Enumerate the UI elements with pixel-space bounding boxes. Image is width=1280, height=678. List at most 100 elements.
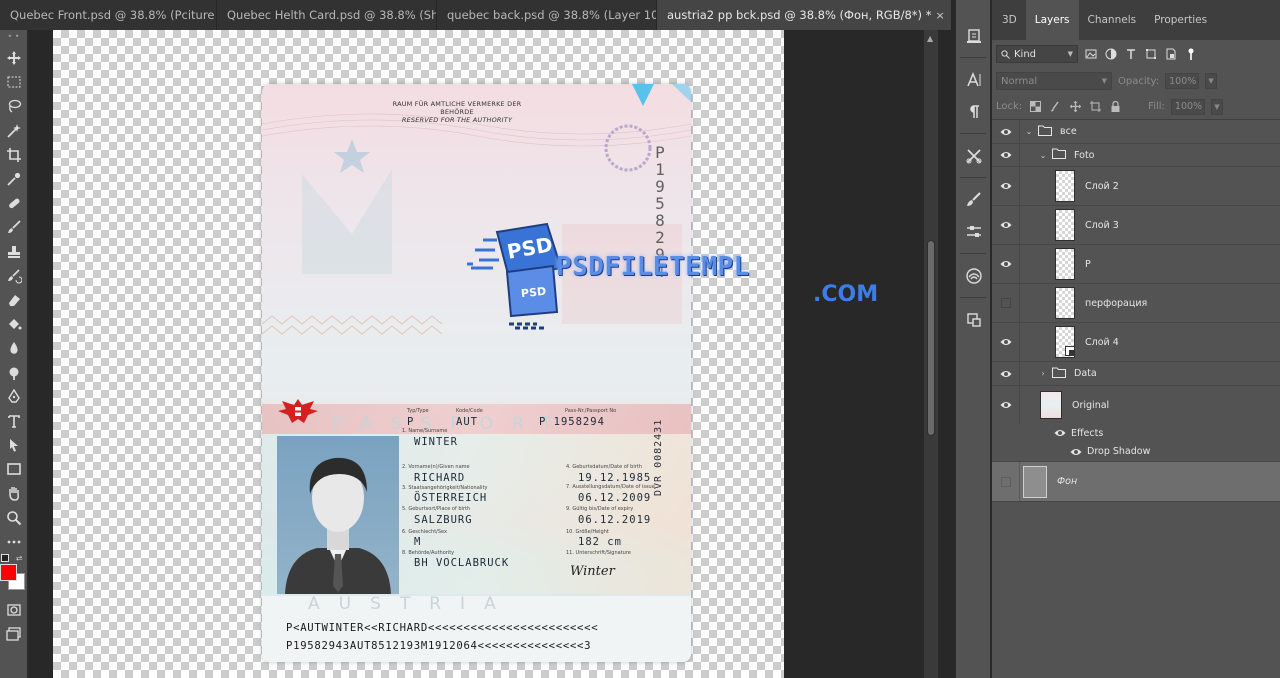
chevron-down-icon[interactable]: ▼ — [1210, 98, 1223, 115]
layer-row-foto[interactable]: ⌄ Foto — [992, 144, 1280, 167]
scroll-up-icon[interactable]: ▲ — [927, 34, 935, 43]
lock-position-icon[interactable] — [1068, 100, 1082, 114]
tab-quebec-back[interactable]: quebec back.psd @ 38.8% (Layer 10,... × — [437, 0, 657, 30]
more-tools-icon[interactable] — [0, 530, 28, 554]
folder-icon — [1052, 367, 1066, 381]
rectangle-tool-icon[interactable] — [0, 457, 28, 481]
tab-quebec-health-card[interactable]: Quebec Helth Card.psd @ 38.8% (Sh... × — [217, 0, 437, 30]
visibility-eye-icon[interactable] — [992, 120, 1020, 143]
vertical-scrollbar[interactable]: ▲ — [924, 30, 938, 678]
default-colors-icon[interactable] — [1, 553, 9, 562]
eraser-icon[interactable] — [0, 288, 28, 312]
layer-row-data[interactable]: › Data — [992, 362, 1280, 386]
tab-3d[interactable]: 3D — [993, 0, 1026, 40]
history-brush-icon[interactable] — [0, 264, 28, 288]
layer-effects-row[interactable]: Effects — [992, 424, 1280, 442]
close-icon[interactable]: × — [935, 9, 944, 22]
tab-quebec-front[interactable]: Quebec Front.psd @ 38.8% (Pciture ... × — [0, 0, 217, 30]
brush-tool-icon[interactable] — [0, 215, 28, 239]
code-label: Kode/Code — [456, 408, 483, 414]
layer-row-sloy-4[interactable]: Слой 4 — [992, 323, 1280, 362]
smart-object-filter-icon[interactable] — [1164, 47, 1178, 61]
tab-channels[interactable]: Channels — [1079, 0, 1146, 40]
color-swatches[interactable]: ⮂ — [0, 553, 27, 598]
tools-panel-icon[interactable] — [956, 140, 992, 172]
visibility-eye-icon[interactable] — [992, 323, 1020, 361]
layer-row-fon[interactable]: Фон — [992, 462, 1280, 502]
healing-brush-icon[interactable] — [0, 191, 28, 215]
blend-mode-select[interactable]: Normal ▼ — [996, 72, 1112, 90]
lock-artboard-icon[interactable] — [1088, 100, 1102, 114]
layer-row-vse[interactable]: ⌄ все — [992, 120, 1280, 144]
lock-image-pixels-icon[interactable] — [1048, 100, 1062, 114]
layer-row-sloy-2[interactable]: Слой 2 — [992, 167, 1280, 206]
quick-mask-icon[interactable] — [0, 598, 28, 622]
chevron-down-icon[interactable]: ▼ — [1205, 73, 1218, 89]
tools-panel: • • ⮂ — [0, 30, 28, 678]
paragraph-panel-icon[interactable] — [956, 96, 992, 128]
tab-properties[interactable]: Properties — [1145, 0, 1216, 40]
swap-colors-icon[interactable]: ⮂ — [16, 554, 22, 564]
smart-object-badge-icon — [1065, 346, 1075, 356]
visibility-eye-icon[interactable] — [1054, 428, 1066, 438]
brush-settings-icon[interactable] — [956, 184, 992, 216]
visibility-hidden-toggle[interactable] — [992, 284, 1020, 322]
clone-stamp-icon[interactable] — [0, 240, 28, 264]
scrollbar-thumb[interactable] — [927, 240, 935, 436]
shape-filter-icon[interactable] — [1144, 47, 1158, 61]
zoom-tool-icon[interactable] — [0, 506, 28, 530]
visibility-eye-icon[interactable] — [992, 362, 1020, 385]
adjustments-icon[interactable] — [956, 216, 992, 248]
path-selection-icon[interactable] — [0, 433, 28, 457]
plugins-icon[interactable] — [956, 304, 992, 336]
authority-en: RESERVED FOR THE AUTHORITY — [401, 116, 513, 124]
pixel-filter-icon[interactable] — [1084, 47, 1098, 61]
layer-row-perforatsiya[interactable]: перфорация — [992, 284, 1280, 323]
visibility-eye-icon[interactable] — [992, 206, 1020, 244]
opacity-input[interactable]: 100% — [1165, 73, 1200, 89]
move-tool-icon[interactable] — [0, 46, 28, 70]
hand-tool-icon[interactable] — [0, 481, 28, 505]
chevron-down-icon[interactable]: ⌄ — [1024, 127, 1034, 136]
learn-panel-icon[interactable] — [956, 20, 992, 52]
visibility-eye-icon[interactable] — [992, 245, 1020, 283]
canvas-area[interactable]: RAUM FÜR AMTLICHE VERMERKE DER BEHÖRDE R… — [29, 30, 938, 678]
eyedropper-icon[interactable] — [0, 167, 28, 191]
blur-tool-icon[interactable] — [0, 336, 28, 360]
lock-transparent-pixels-icon[interactable] — [1028, 100, 1042, 114]
dodge-tool-icon[interactable] — [0, 360, 28, 384]
chevron-right-icon[interactable]: › — [1038, 369, 1048, 378]
type-filter-icon[interactable] — [1124, 47, 1138, 61]
crop-tool-icon[interactable] — [0, 143, 28, 167]
visibility-hidden-toggle[interactable] — [992, 462, 1020, 501]
adjustment-filter-icon[interactable] — [1104, 47, 1118, 61]
drop-shadow-effect-row[interactable]: Drop Shadow — [992, 442, 1280, 462]
visibility-eye-icon[interactable] — [992, 144, 1020, 166]
type-tool-icon[interactable] — [0, 409, 28, 433]
layer-row-sloy-3[interactable]: Слой 3 — [992, 206, 1280, 245]
visibility-eye-icon[interactable] — [992, 167, 1020, 205]
passport-page[interactable]: RAUM FÜR AMTLICHE VERMERKE DER BEHÖRDE R… — [262, 84, 691, 662]
visibility-eye-icon[interactable] — [1070, 447, 1082, 457]
pen-tool-icon[interactable] — [0, 385, 28, 409]
marquee-tool-icon[interactable] — [0, 70, 28, 94]
character-panel-icon[interactable] — [956, 64, 992, 96]
panel-grip-icon[interactable]: • • — [0, 30, 27, 46]
document-canvas[interactable]: RAUM FÜR AMTLICHE VERMERKE DER BEHÖRDE R… — [53, 30, 878, 678]
tab-austria2-pp-bck[interactable]: austria2 pp bck.psd @ 38.8% (Фон, RGB/8*… — [657, 0, 952, 30]
fill-input[interactable]: 100% — [1170, 98, 1205, 115]
screen-mode-icon[interactable] — [0, 622, 28, 646]
magic-wand-icon[interactable] — [0, 119, 28, 143]
layer-row-p[interactable]: P — [992, 245, 1280, 284]
filter-toggle-icon[interactable] — [1184, 47, 1198, 61]
lasso-tool-icon[interactable] — [0, 94, 28, 118]
kind-filter-select[interactable]: Kind ▼ — [996, 45, 1078, 63]
visibility-eye-icon[interactable] — [992, 386, 1020, 424]
chevron-down-icon[interactable]: ⌄ — [1038, 151, 1048, 160]
tab-layers[interactable]: Layers — [1025, 0, 1079, 40]
layer-row-original[interactable]: Original — [992, 386, 1280, 424]
foreground-color-swatch[interactable] — [0, 563, 17, 581]
lock-all-icon[interactable] — [1108, 100, 1122, 114]
paint-bucket-icon[interactable] — [0, 312, 28, 336]
libraries-icon[interactable] — [956, 260, 992, 292]
